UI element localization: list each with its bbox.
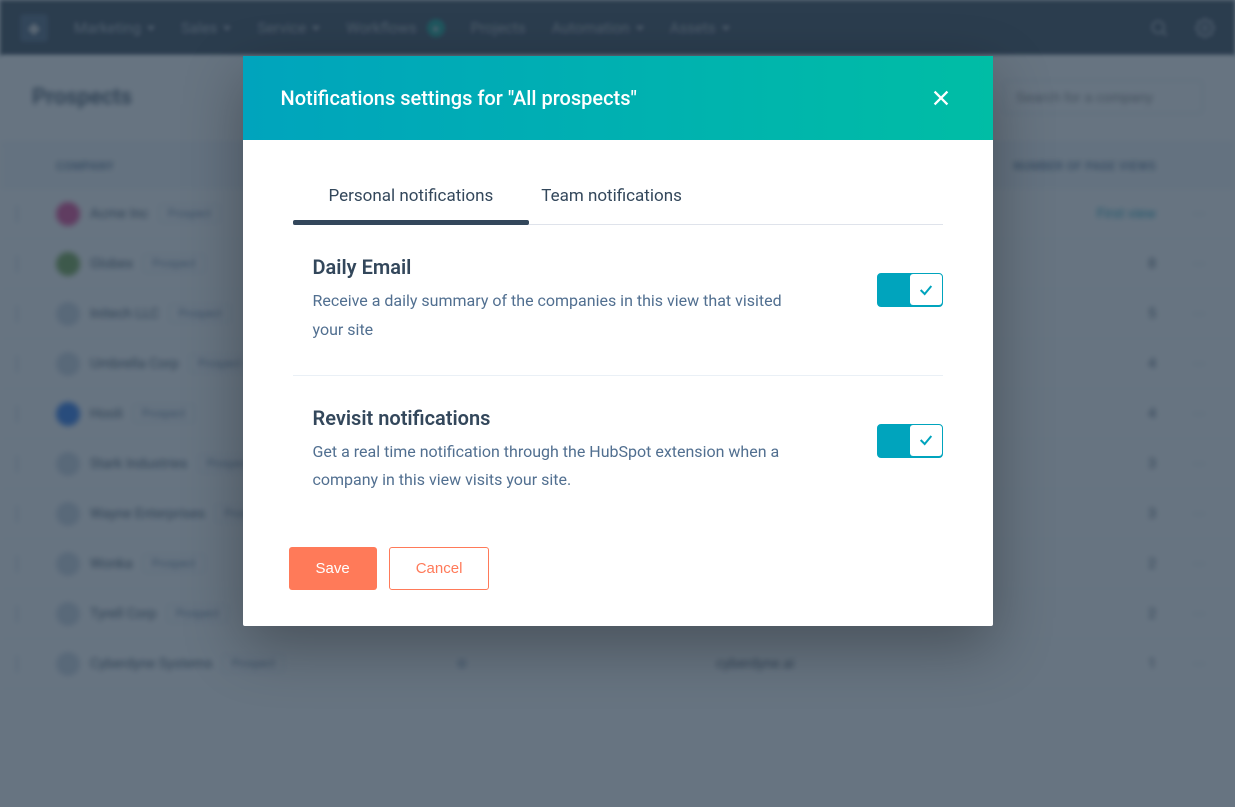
setting-revisit-notifications: Revisit notifications Get a real time no…: [293, 375, 943, 526]
close-button[interactable]: [927, 84, 955, 112]
setting-title: Daily Email: [313, 255, 853, 279]
check-icon: [918, 282, 934, 298]
setting-daily-email: Daily Email Receive a daily summary of t…: [293, 225, 943, 375]
tab-team-notifications[interactable]: Team notifications: [541, 172, 682, 224]
daily-email-toggle[interactable]: [877, 273, 943, 307]
notifications-settings-modal: Notifications settings for "All prospect…: [243, 56, 993, 626]
modal-overlay: Notifications settings for "All prospect…: [0, 0, 1235, 807]
toggle-knob: [910, 274, 942, 305]
setting-description: Receive a daily summary of the companies…: [313, 287, 793, 345]
modal-footer: Save Cancel: [243, 525, 993, 626]
check-icon: [918, 432, 934, 448]
tab-personal-notifications[interactable]: Personal notifications: [329, 172, 494, 224]
modal-title: Notifications settings for "All prospect…: [281, 86, 637, 110]
modal-tabs: Personal notifications Team notification…: [293, 172, 943, 225]
save-button[interactable]: Save: [289, 547, 377, 590]
tab-label: Team notifications: [541, 186, 682, 206]
toggle-knob: [910, 425, 942, 456]
modal-header: Notifications settings for "All prospect…: [243, 56, 993, 140]
setting-title: Revisit notifications: [313, 406, 853, 430]
setting-description: Get a real time notification through the…: [313, 438, 793, 496]
cancel-button[interactable]: Cancel: [389, 547, 490, 590]
revisit-notifications-toggle[interactable]: [877, 424, 943, 458]
tab-label: Personal notifications: [329, 186, 494, 206]
close-icon: [930, 87, 952, 109]
